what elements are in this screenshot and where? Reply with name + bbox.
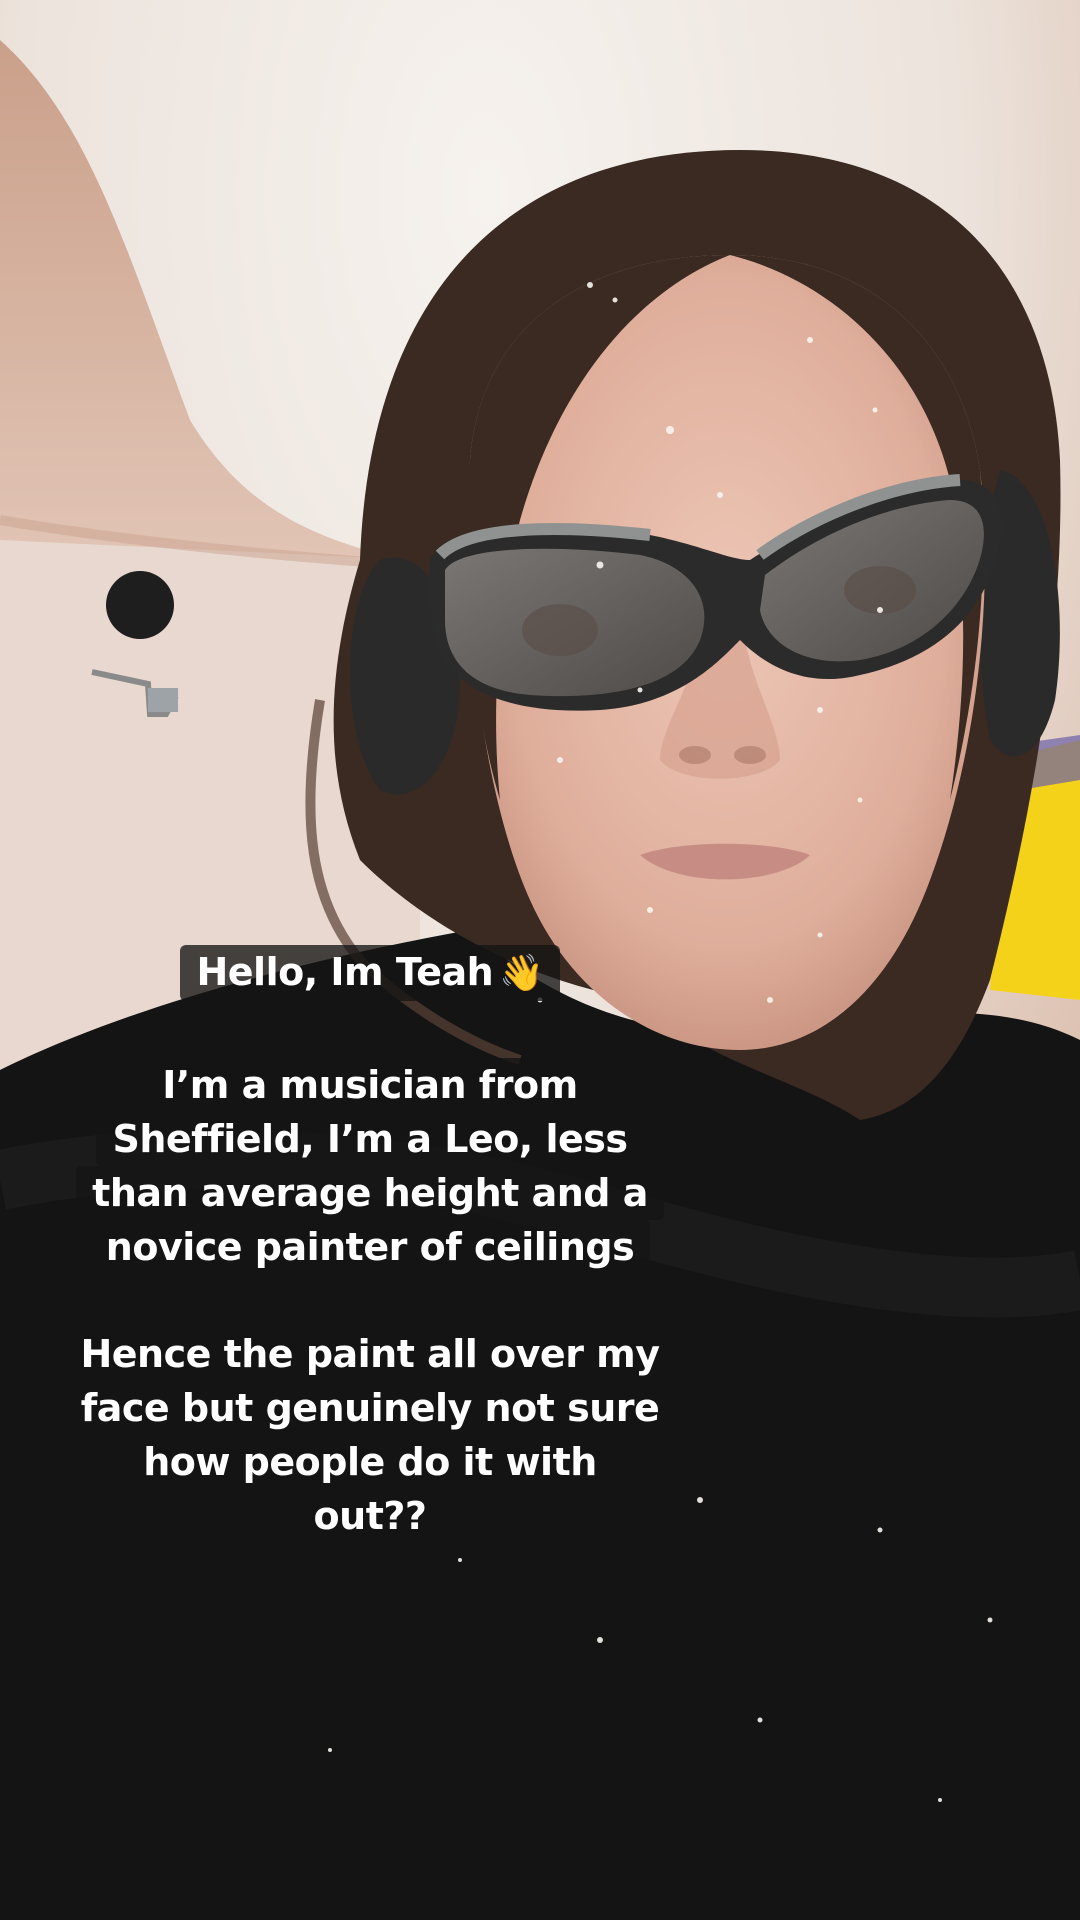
bio-caption-line: Sheffield, I’m a Leo, less [96, 1112, 644, 1166]
ceiling-light-icon [106, 571, 174, 639]
intro-text: Hello, Im Teah [196, 950, 494, 994]
joke-caption-line: how people do it with [127, 1435, 613, 1489]
bio-caption-line: I’m a musician from [146, 1058, 594, 1112]
joke-caption: Hence the paint all over my face but gen… [0, 1327, 740, 1543]
video-frame: Hello, Im Teah 👋 I’m a musician from Shef… [0, 0, 1080, 1920]
waving-hand-icon: 👋 [499, 953, 544, 994]
joke-caption-line: Hence the paint all over my [64, 1327, 676, 1381]
intro-caption-line: Hello, Im Teah 👋 [180, 945, 560, 1001]
bio-caption: I’m a musician from Sheffield, I’m a Leo… [0, 1058, 740, 1274]
bio-caption-line: novice painter of ceilings [89, 1220, 651, 1274]
joke-caption-line: out?? [297, 1489, 443, 1543]
joke-caption-line: face but genuinely not sure [64, 1381, 676, 1435]
intro-caption: Hello, Im Teah 👋 [0, 945, 740, 1001]
bio-caption-line: than average height and a [76, 1166, 664, 1220]
